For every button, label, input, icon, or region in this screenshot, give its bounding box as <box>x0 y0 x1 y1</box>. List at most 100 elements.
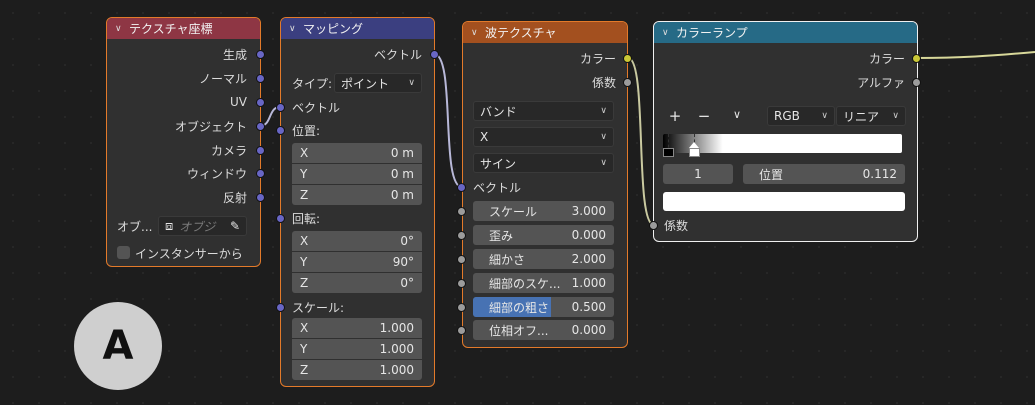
location-y-field[interactable]: Y 0 m <box>292 164 422 184</box>
socket-normal[interactable] <box>256 74 265 83</box>
socket-detail-scale-in[interactable] <box>457 279 466 288</box>
socket-generated[interactable] <box>256 50 265 59</box>
interpolation-dropdown[interactable]: リニア ∨ <box>836 106 906 126</box>
socket-detail-roughness-in[interactable] <box>457 303 466 312</box>
location-x-field[interactable]: X 0 m <box>292 143 422 163</box>
location-z-field[interactable]: Z 0 m <box>292 185 422 205</box>
stop-color-swatch[interactable] <box>663 192 905 211</box>
field-value: 0.000 <box>571 228 606 242</box>
axis-label: X <box>300 146 309 160</box>
output-label-normal: ノーマル <box>198 71 247 86</box>
field-value: 0.000 <box>571 323 606 337</box>
phase-offset-field[interactable]: 位相オフ... 0.000 <box>473 320 614 340</box>
socket-location-in[interactable] <box>276 126 285 135</box>
socket-reflection[interactable] <box>256 193 265 202</box>
node-title: カラーランプ <box>676 26 748 40</box>
rotation-x-field[interactable]: X 0° <box>292 231 422 251</box>
object-picker[interactable]: ⧈ オブジ ✎ <box>158 216 247 236</box>
add-stop-icon[interactable]: + <box>667 107 683 125</box>
color-stop-black[interactable] <box>663 148 674 157</box>
field-value: 0 m <box>390 146 414 160</box>
rotation-y-field[interactable]: Y 90° <box>292 252 422 272</box>
socket-factor-out[interactable] <box>623 78 632 87</box>
socket-color-out[interactable] <box>623 54 632 63</box>
socket-vector-in[interactable] <box>457 183 466 192</box>
color-mode-dropdown[interactable]: RGB ∨ <box>767 106 835 126</box>
socket-detail-in[interactable] <box>457 255 466 264</box>
color-stop-white[interactable] <box>689 148 700 157</box>
socket-phase-offset-in[interactable] <box>457 326 466 335</box>
chevron-down-icon: ∨ <box>600 106 607 116</box>
output-label-object: オブジェクト <box>174 119 247 134</box>
field-value: 1.000 <box>379 342 414 356</box>
rotation-z-field[interactable]: Z 0° <box>292 273 422 293</box>
socket-object[interactable] <box>256 122 265 131</box>
field-label: 位置 <box>759 167 784 182</box>
field-label: 細部のスケ... <box>489 276 561 291</box>
stop-position-field[interactable]: 位置 0.112 <box>743 164 905 184</box>
output-label-generated: 生成 <box>222 47 247 62</box>
collapse-chevron-icon[interactable]: ∨ <box>289 24 303 34</box>
wave-type-dropdown[interactable]: バンド ∨ <box>473 101 614 121</box>
node-header[interactable]: ∨ 波テクスチャ <box>463 22 627 43</box>
chevron-down-icon: ∨ <box>821 111 828 121</box>
detail-roughness-field[interactable]: 細部の粗さ 0.500 <box>473 297 614 317</box>
distortion-field[interactable]: 歪み 0.000 <box>473 225 614 245</box>
field-value: 1 <box>694 167 702 181</box>
axis-label: X <box>300 321 309 335</box>
socket-vector-out[interactable] <box>430 50 439 59</box>
socket-rotation-in[interactable] <box>276 214 285 223</box>
chevron-down-icon: ∨ <box>892 111 899 121</box>
axis-label: X <box>300 234 309 248</box>
active-stop-index-field[interactable]: 1 <box>663 164 733 184</box>
object-cube-icon: ⧈ <box>165 218 174 234</box>
field-value: 0 m <box>390 188 414 202</box>
socket-alpha-out[interactable] <box>912 78 921 87</box>
eyedropper-icon[interactable]: ✎ <box>230 219 240 233</box>
socket-scale-in[interactable] <box>276 303 285 312</box>
output-label-window: ウィンドウ <box>186 166 247 181</box>
node-header[interactable]: ∨ カラーランプ <box>654 22 917 43</box>
scale-label: スケール: <box>292 300 345 315</box>
collapse-chevron-icon[interactable]: ∨ <box>662 28 676 38</box>
scale-x-field[interactable]: X 1.000 <box>292 318 422 338</box>
bands-direction-dropdown[interactable]: X ∨ <box>473 127 614 147</box>
scale-field[interactable]: スケール 3.000 <box>473 201 614 221</box>
axis-label: Z <box>300 363 309 377</box>
socket-uv[interactable] <box>256 98 265 107</box>
scale-z-field[interactable]: Z 1.000 <box>292 360 422 380</box>
socket-factor-in[interactable] <box>649 221 658 230</box>
socket-vector-in[interactable] <box>276 103 285 112</box>
remove-stop-icon[interactable]: − <box>696 107 712 125</box>
field-value: 0.500 <box>571 300 606 314</box>
node-title: マッピング <box>303 22 364 36</box>
node-title: 波テクスチャ <box>485 26 557 40</box>
detail-field[interactable]: 細かさ 2.000 <box>473 249 614 269</box>
step-badge: A <box>74 302 162 390</box>
color-mode-value: RGB <box>774 109 800 123</box>
wave-profile-dropdown[interactable]: サイン ∨ <box>473 153 614 173</box>
socket-camera[interactable] <box>256 146 265 155</box>
socket-window[interactable] <box>256 169 265 178</box>
mapping-type-dropdown[interactable]: ポイント ∨ <box>334 73 422 93</box>
scale-y-field[interactable]: Y 1.000 <box>292 339 422 359</box>
socket-color-out[interactable] <box>912 54 921 63</box>
node-header[interactable]: ∨ マッピング <box>281 18 434 39</box>
axis-label: Y <box>300 342 308 356</box>
node-header[interactable]: ∨ テクスチャ座標 <box>107 18 260 39</box>
detail-roughness-fill: 細部の粗さ <box>473 297 551 317</box>
field-value: 3.000 <box>571 204 606 218</box>
socket-scale-in[interactable] <box>457 207 466 216</box>
collapse-chevron-icon[interactable]: ∨ <box>471 28 485 38</box>
interpolation-value: リニア <box>843 109 880 124</box>
output-label-uv: UV <box>230 95 247 109</box>
from-instancer-checkbox[interactable] <box>117 246 130 259</box>
field-label: スケール <box>489 204 538 219</box>
detail-scale-field[interactable]: 細部のスケ... 1.000 <box>473 273 614 293</box>
collapse-chevron-icon[interactable]: ∨ <box>115 24 129 34</box>
from-instancer-label: インスタンサーから <box>135 246 243 261</box>
chevron-down-icon: ∨ <box>600 158 607 168</box>
ramp-menu-chevron-icon[interactable]: ∨ <box>729 108 745 121</box>
factor-input-label: 係数 <box>664 218 689 233</box>
socket-distortion-in[interactable] <box>457 231 466 240</box>
